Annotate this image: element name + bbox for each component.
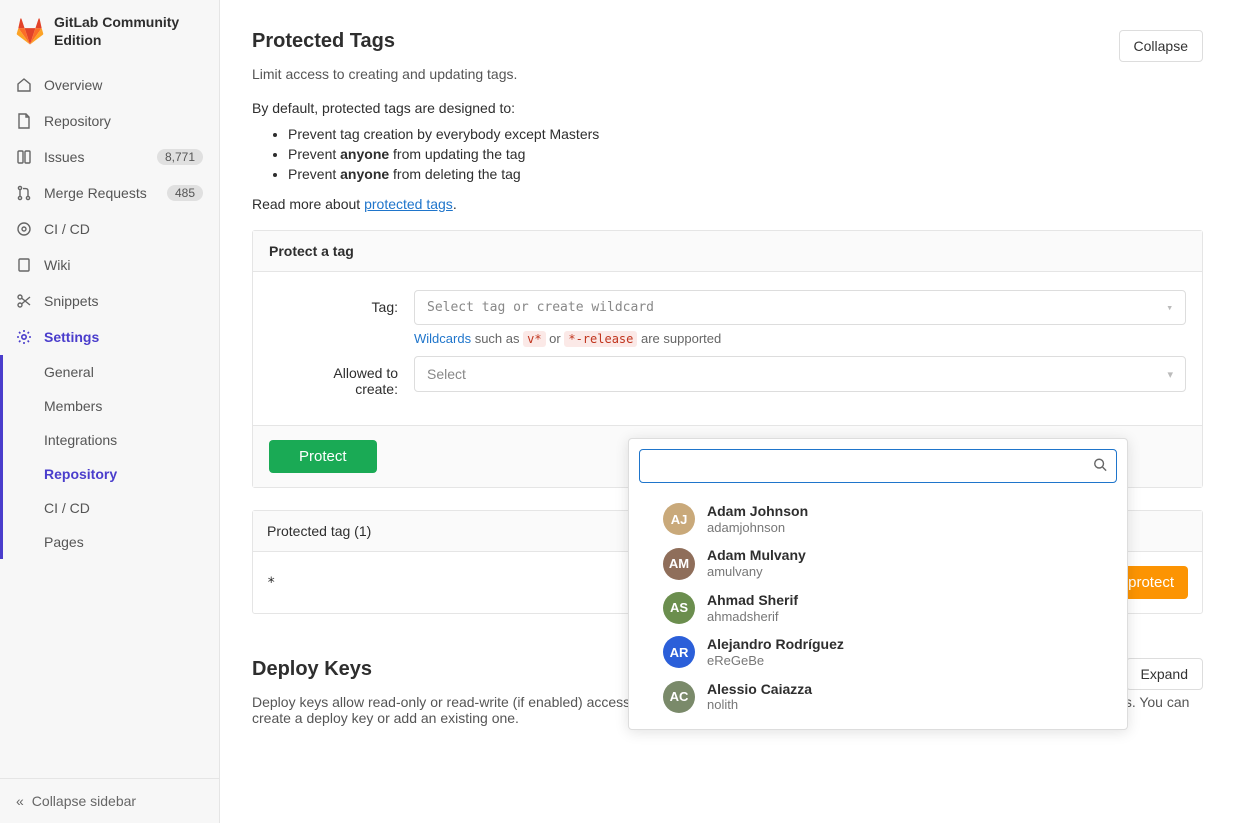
nav-label: Settings: [44, 329, 203, 345]
sidebar: GitLab Community Edition Overview Reposi…: [0, 0, 220, 823]
user-search-input[interactable]: [639, 449, 1117, 483]
bullet-item: Prevent tag creation by everybody except…: [288, 126, 1203, 142]
scissors-icon: [16, 293, 32, 309]
book-icon: [16, 257, 32, 273]
subnav-members[interactable]: Members: [0, 389, 219, 423]
user-dropdown: AJAdam JohnsonadamjohnsonAMAdam Mulvanya…: [628, 438, 1128, 730]
file-icon: [16, 113, 32, 129]
user-name: Ahmad Sherif: [707, 592, 798, 609]
tag-label: Tag:: [269, 290, 414, 315]
gitlab-logo-icon: [16, 18, 44, 46]
tag-select[interactable]: Select tag or create wildcard ▾: [414, 290, 1186, 325]
sidebar-header: GitLab Community Edition: [0, 0, 219, 63]
subnav-general[interactable]: General: [0, 355, 219, 389]
avatar: AC: [663, 681, 695, 713]
brand-title: GitLab Community Edition: [54, 14, 203, 49]
nav-issues[interactable]: Issues 8,771: [0, 139, 219, 175]
collapse-sidebar-button[interactable]: « Collapse sidebar: [0, 778, 219, 823]
user-name: Alessio Caiazza: [707, 681, 812, 698]
nav-snippets[interactable]: Snippets: [0, 283, 219, 319]
wildcards-link[interactable]: Wildcards: [414, 331, 471, 346]
section-title: Protected Tags: [252, 30, 395, 53]
bullet-item: Prevent anyone from updating the tag: [288, 146, 1203, 162]
nav-badge: 8,771: [157, 149, 203, 165]
search-icon: [1093, 458, 1107, 475]
chevron-down-icon: ▾: [1166, 301, 1173, 314]
user-username: adamjohnson: [707, 520, 808, 536]
collapse-sidebar-label: Collapse sidebar: [32, 793, 136, 809]
pipeline-icon: [16, 221, 32, 237]
issues-icon: [16, 149, 32, 165]
collapse-section-button[interactable]: Collapse: [1119, 30, 1203, 62]
merge-icon: [16, 185, 32, 201]
user-username: eReGeBe: [707, 653, 844, 669]
subnav-pages[interactable]: Pages: [0, 525, 219, 559]
subnav-repository[interactable]: Repository: [0, 457, 219, 491]
intro-text: By default, protected tags are designed …: [252, 100, 1203, 116]
user-name: Alejandro Rodríguez: [707, 636, 844, 653]
avatar: AM: [663, 548, 695, 580]
avatar: AS: [663, 592, 695, 624]
allowed-select-placeholder: Select: [427, 366, 1167, 382]
home-icon: [16, 77, 32, 93]
section-title: Deploy Keys: [252, 658, 372, 681]
nav-overview[interactable]: Overview: [0, 67, 219, 103]
user-list-item[interactable]: AM Adam Mulvanyamulvany: [629, 541, 1127, 585]
protected-tags-link[interactable]: protected tags: [364, 196, 453, 212]
protect-button[interactable]: Protect: [269, 440, 377, 473]
main-content: Protected Tags Collapse Limit access to …: [220, 0, 1235, 823]
protected-tags-header: Protected Tags Collapse: [252, 30, 1203, 62]
user-list-item[interactable]: AS Ahmad Sherifahmadsherif: [629, 586, 1127, 630]
allowed-label: Allowed to create:: [269, 356, 414, 397]
user-username: ahmadsherif: [707, 609, 798, 625]
nav-label: Snippets: [44, 293, 203, 309]
bullet-item: Prevent anyone from deleting the tag: [288, 166, 1203, 182]
nav-wiki[interactable]: Wiki: [0, 247, 219, 283]
nav-label: Repository: [44, 113, 203, 129]
user-username: amulvany: [707, 564, 806, 580]
nav-list: Overview Repository Issues 8,771 Merge R…: [0, 63, 219, 778]
nav-label: Overview: [44, 77, 203, 93]
nav-label: CI / CD: [44, 221, 203, 237]
nav-label: Issues: [44, 149, 145, 165]
readmore-text: Read more about protected tags.: [252, 196, 1203, 212]
wildcard-hint: Wildcards such as v* or *-release are su…: [414, 331, 1186, 346]
panel-title: Protect a tag: [253, 231, 1202, 272]
user-username: nolith: [707, 697, 812, 713]
avatar: AR: [663, 636, 695, 668]
settings-subnav: General Members Integrations Repository …: [0, 355, 219, 559]
user-list-item[interactable]: AC Alessio Caiazzanolith: [629, 675, 1127, 719]
nav-badge: 485: [167, 185, 203, 201]
allowed-select[interactable]: Select ▾: [414, 356, 1186, 392]
nav-label: Merge Requests: [44, 185, 155, 201]
chevron-down-icon: ▾: [1167, 368, 1173, 381]
expand-section-button[interactable]: Expand: [1126, 658, 1203, 690]
nav-repository[interactable]: Repository: [0, 103, 219, 139]
bullet-list: Prevent tag creation by everybody except…: [288, 126, 1203, 182]
user-name: Adam Mulvany: [707, 547, 806, 564]
code-example: v*: [523, 331, 545, 347]
section-subtitle: Limit access to creating and updating ta…: [252, 66, 1203, 82]
tag-select-placeholder: Select tag or create wildcard: [427, 300, 1166, 315]
user-name: Adam Johnson: [707, 503, 808, 520]
user-list-item[interactable]: AJ Adam Johnsonadamjohnson: [629, 497, 1127, 541]
chevron-left-icon: «: [16, 793, 24, 809]
code-example: *-release: [564, 331, 637, 347]
gear-icon: [16, 329, 32, 345]
nav-label: Wiki: [44, 257, 203, 273]
user-list-item[interactable]: AR Alejandro RodríguezeReGeBe: [629, 630, 1127, 674]
subnav-cicd[interactable]: CI / CD: [0, 491, 219, 525]
nav-merge-requests[interactable]: Merge Requests 485: [0, 175, 219, 211]
user-list: AJAdam JohnsonadamjohnsonAMAdam Mulvanya…: [629, 493, 1127, 729]
nav-settings[interactable]: Settings: [0, 319, 219, 355]
subnav-integrations[interactable]: Integrations: [0, 423, 219, 457]
nav-cicd[interactable]: CI / CD: [0, 211, 219, 247]
avatar: AJ: [663, 503, 695, 535]
